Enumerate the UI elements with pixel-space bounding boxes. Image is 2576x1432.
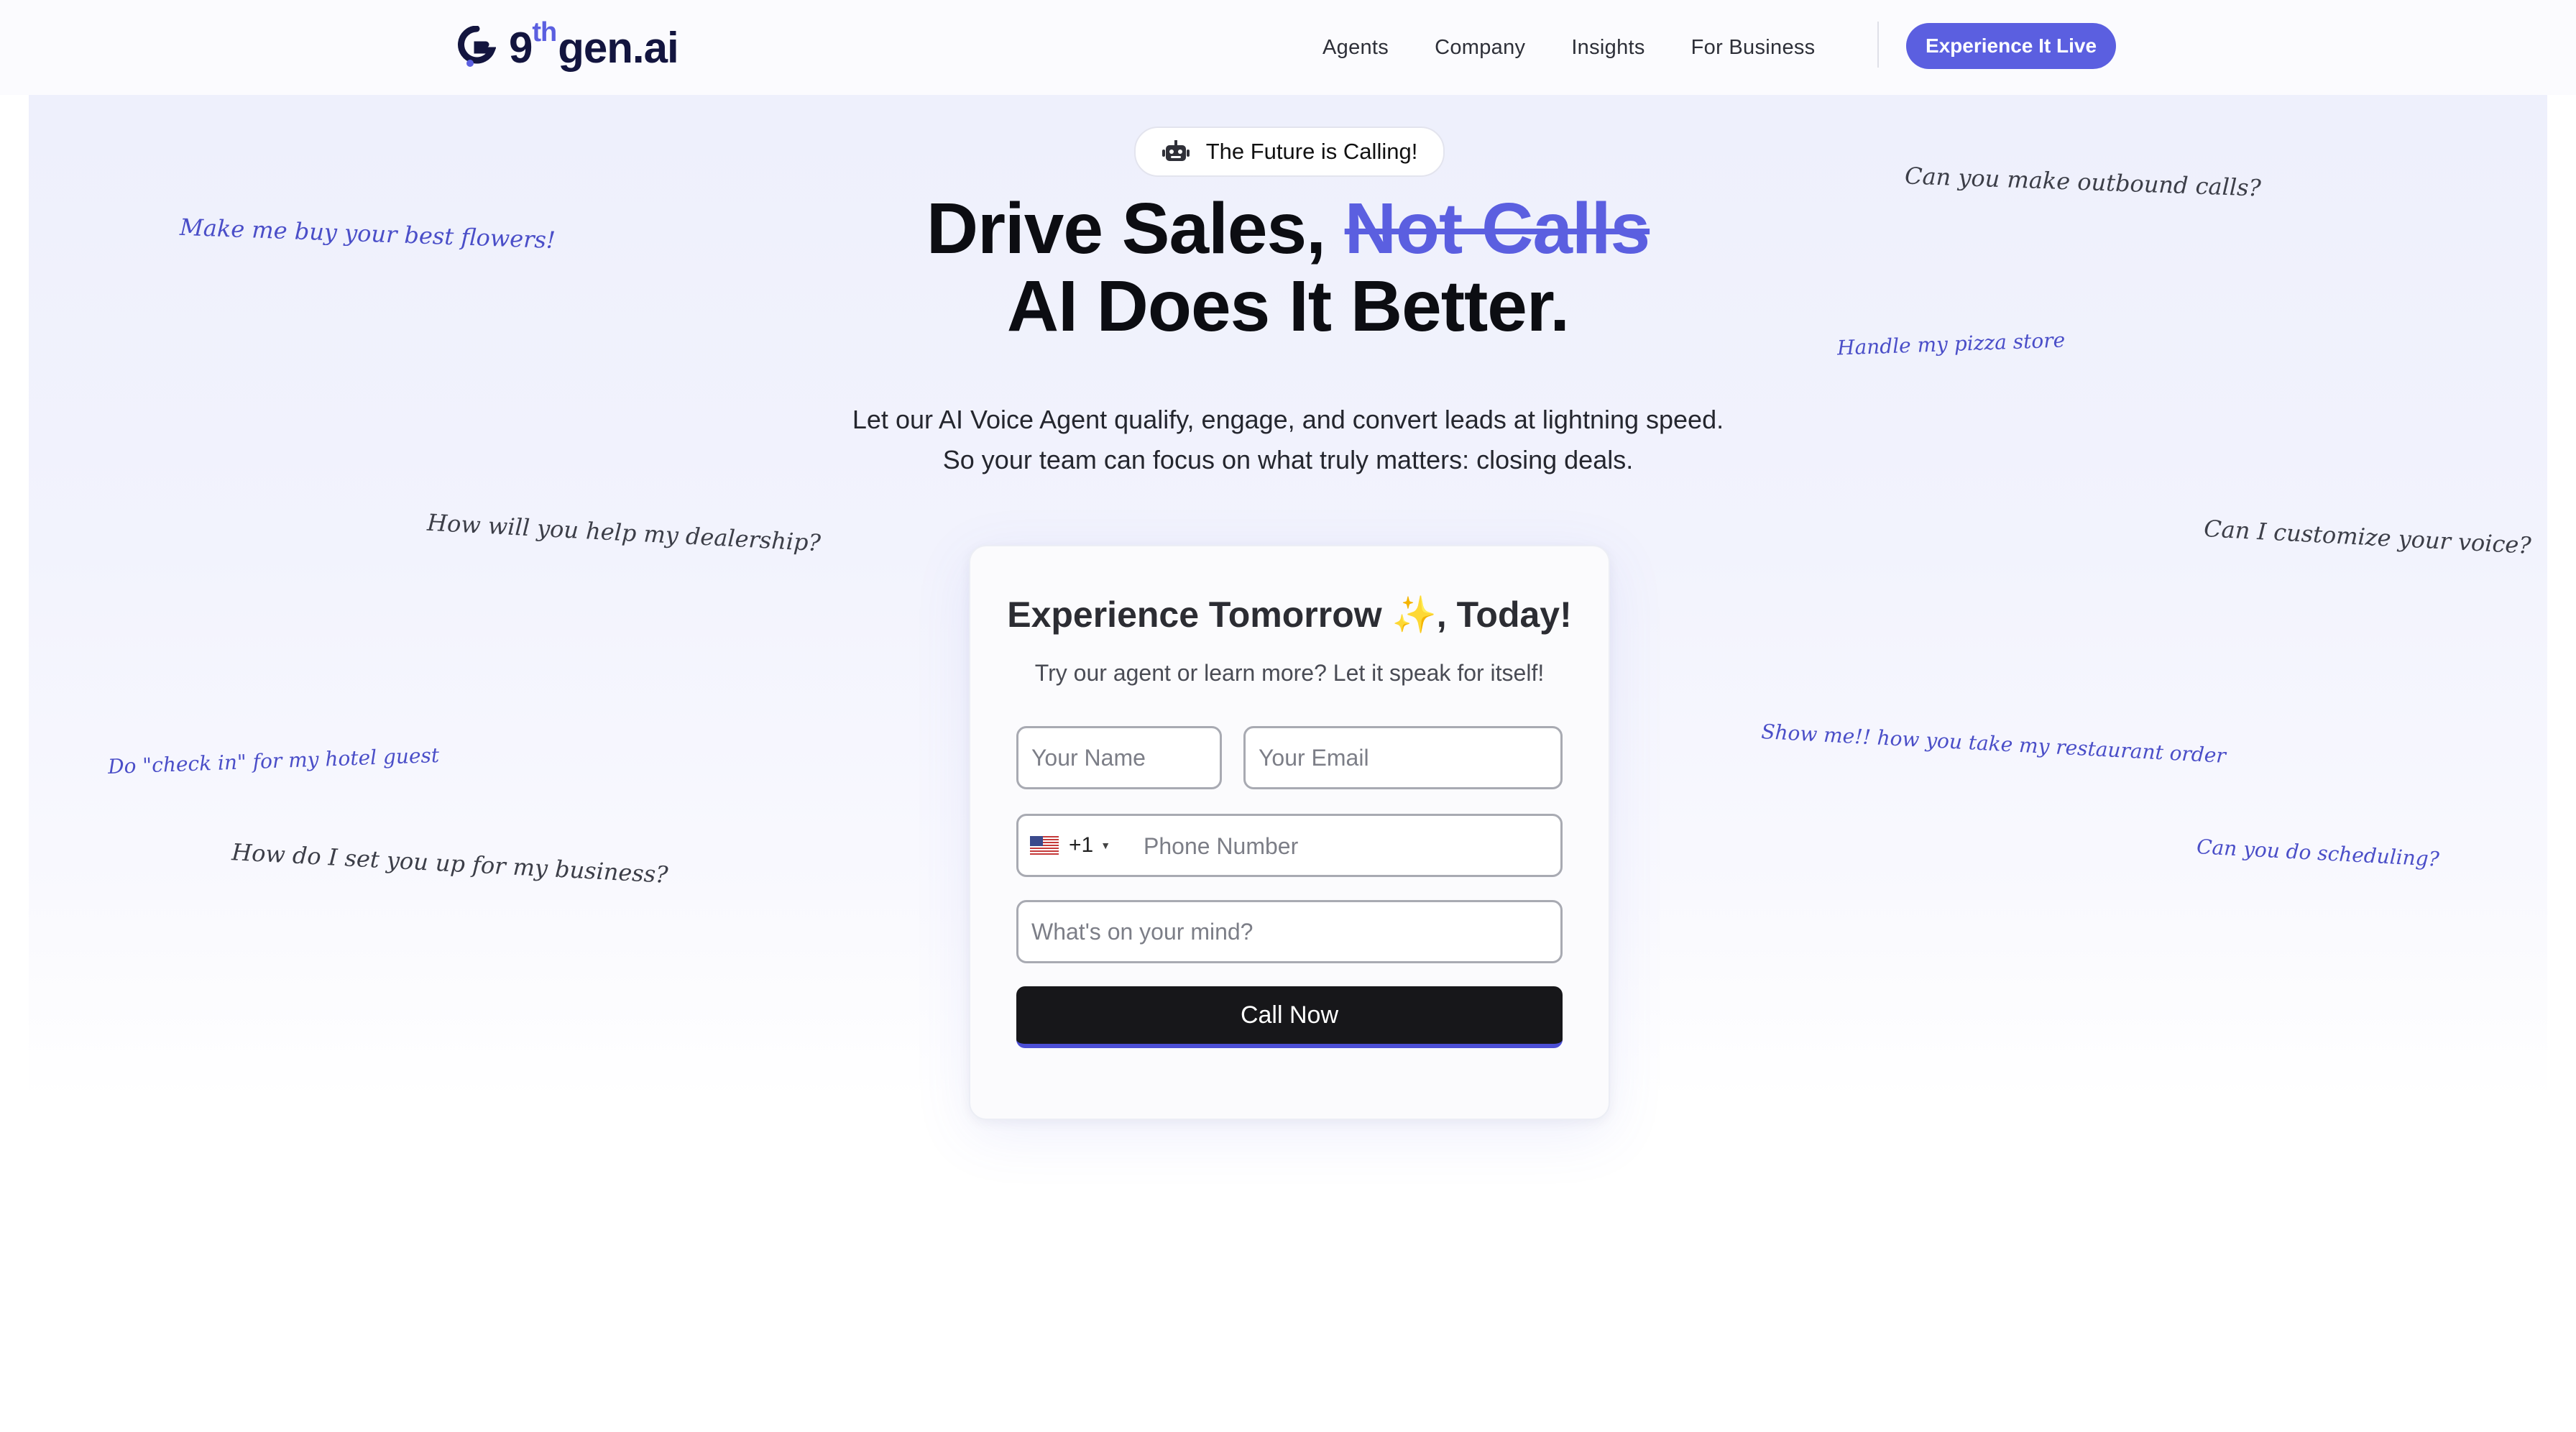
top-navbar: 9thgen.ai Agents Company Insights For Bu… [0,0,2576,95]
future-calling-badge: The Future is Calling! [1134,127,1445,177]
us-flag-icon [1030,836,1059,855]
brand-logo-icon [458,26,496,67]
nav-link-company[interactable]: Company [1435,36,1525,60]
nav-link-agents[interactable]: Agents [1322,36,1389,60]
chevron-down-icon: ▼ [1100,840,1111,851]
phone-field: +1 ▼ [1016,814,1563,877]
future-calling-text: The Future is Calling! [1205,139,1418,164]
form-subtitle: Try our agent or learn more? Let it spea… [1034,660,1545,686]
email-input[interactable] [1243,726,1563,789]
headline-part1: Drive Sales, [926,188,1326,269]
message-input[interactable] [1016,900,1563,963]
phone-number-input[interactable] [1142,816,1547,876]
brand-name: 9thgen.ai [509,17,679,72]
name-input[interactable] [1016,726,1222,789]
form-title: Experience Tomorrow ✨, Today! [1007,595,1572,635]
brand-logo[interactable]: 9thgen.ai [457,17,679,75]
nav-divider [1877,22,1879,68]
nav-links: Agents Company Insights For Business [1322,27,1861,68]
country-code-select[interactable]: +1 ▼ [1018,816,1126,875]
headline-strike: Not Calls [1344,188,1650,269]
call-now-button[interactable]: Call Now [1016,986,1563,1048]
nav-link-insights[interactable]: Insights [1571,36,1644,60]
headline-line2: AI Does It Better. [1006,266,1570,346]
hero-subtitle-line1: Let our AI Voice Agent qualify, engage, … [852,405,1724,434]
nav-link-for-business[interactable]: For Business [1691,36,1816,60]
robot-icon [1162,140,1190,161]
hero-subtitle: Let our AI Voice Agent qualify, engage, … [0,400,2576,480]
hero-subtitle-line2: So your team can focus on what truly mat… [942,445,1634,474]
call-request-form: Experience Tomorrow ✨, Today! Try our ag… [969,545,1610,1120]
country-dial-code: +1 [1069,833,1094,857]
experience-it-live-button[interactable]: Experience It Live [1906,23,2116,69]
hero-headline: Drive Sales, Not Calls AI Does It Better… [0,190,2576,345]
